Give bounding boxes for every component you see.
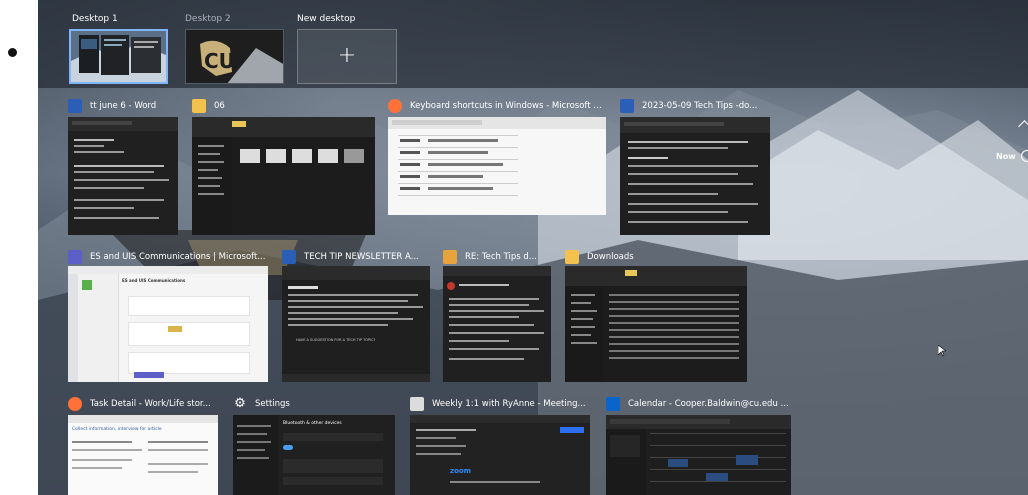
desktop-1-label: Desktop 1: [72, 14, 118, 24]
firefox-icon: [68, 397, 82, 411]
list-bullet: [8, 48, 17, 57]
zoom-icon: [410, 397, 424, 411]
mouse-cursor-icon: [938, 345, 946, 357]
folder-icon: [192, 99, 206, 113]
zoom-logo-text: zoom: [450, 467, 471, 475]
desktop-2-label: Desktop 2: [185, 14, 231, 24]
desktop-2-thumbnail[interactable]: CU: [185, 29, 284, 84]
new-desktop-button[interactable]: +: [297, 29, 397, 84]
now-label: Now: [996, 152, 1016, 161]
window-mail-re-tech-tips[interactable]: RE: Tech Tips d...: [443, 248, 551, 382]
window-word-tech-tips[interactable]: 2023-05-09 Tech Tips -do...: [620, 97, 770, 235]
window-title: 2023-05-09 Tech Tips -do...: [642, 101, 758, 111]
window-teams-es-uis[interactable]: ES and UIS Communications | Microsoft...…: [68, 248, 268, 382]
window-zoom-weekly-meeting[interactable]: Weekly 1:1 with RyAnne - Meeting... zoom: [410, 395, 590, 495]
firefox-icon: [388, 99, 402, 113]
window-title: RE: Tech Tips d...: [465, 252, 537, 262]
window-firefox-task-detail[interactable]: Task Detail - Work/Life stor... Collect …: [68, 395, 218, 495]
teams-icon: [68, 250, 82, 264]
window-title: Task Detail - Work/Life stor...: [90, 399, 211, 409]
outlook-icon: [606, 397, 620, 411]
task-view: Desktop 1 Desktop 2 New desktop CU + tt …: [38, 0, 1028, 495]
word-icon: [282, 250, 296, 264]
window-title: tt june 6 - Word: [90, 101, 157, 111]
window-firefox-keyboard-shortcuts[interactable]: Keyboard shortcuts in Windows - Microsof…: [388, 97, 606, 215]
window-explorer-06[interactable]: 06: [192, 97, 375, 235]
svg-text:CU: CU: [204, 49, 235, 73]
window-title: Settings: [255, 399, 290, 409]
window-title: Downloads: [587, 252, 634, 262]
gear-icon: ⚙: [234, 396, 246, 411]
task-heading: Collect information, interview for artic…: [72, 427, 162, 432]
newsletter-footer-text: HAVE A SUGGESTION FOR A TECH TIP TOPIC?: [296, 338, 376, 342]
folder-icon: [565, 250, 579, 264]
radio-circle-icon: [1021, 150, 1028, 162]
mail-icon: [443, 250, 457, 264]
window-title: ES and UIS Communications | Microsoft...: [90, 252, 266, 262]
new-desktop-label: New desktop: [297, 14, 356, 24]
desktops-bar: Desktop 1 Desktop 2 New desktop CU +: [38, 0, 1028, 88]
window-word-tt-june[interactable]: tt june 6 - Word: [68, 97, 178, 235]
window-title: 06: [214, 101, 225, 111]
window-settings[interactable]: ⚙ Settings Bluetooth & other devices: [233, 395, 395, 495]
window-outlook-calendar[interactable]: Calendar - Cooper.Baldwin@cu.edu - Outlo…: [606, 395, 791, 495]
window-title: Keyboard shortcuts in Windows - Microsof…: [410, 101, 606, 111]
word-icon: [68, 99, 82, 113]
desktop-1-thumbnail[interactable]: [69, 29, 168, 84]
settings-heading: Bluetooth & other devices: [283, 421, 342, 426]
window-title: Weekly 1:1 with RyAnne - Meeting...: [432, 399, 586, 409]
window-explorer-downloads[interactable]: Downloads: [565, 248, 747, 382]
window-word-newsletter[interactable]: TECH TIP NEWSLETTER A... HAVE A SUGGESTI…: [282, 248, 430, 382]
teams-channel-heading: ES and UIS Communications: [122, 278, 186, 283]
window-title: TECH TIP NEWSLETTER A...: [304, 252, 419, 262]
word-icon: [620, 99, 634, 113]
window-title: Calendar - Cooper.Baldwin@cu.edu - Outlo…: [628, 399, 791, 409]
